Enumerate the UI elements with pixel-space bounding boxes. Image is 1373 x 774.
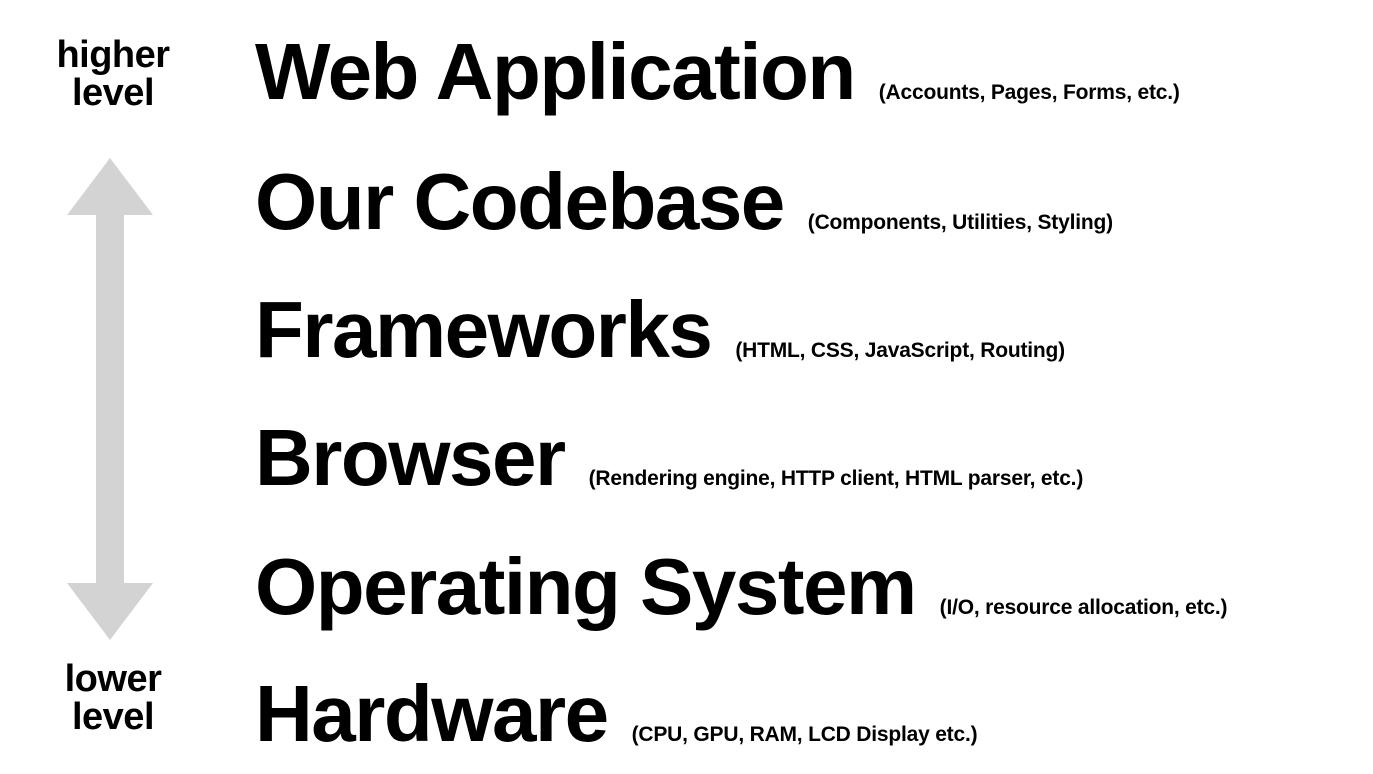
layer-name: Hardware: [255, 669, 609, 758]
layer-web-application: Web Application (Accounts, Pages, Forms,…: [255, 32, 1180, 112]
layer-operating-system: Operating System (I/O, resource allocati…: [255, 542, 1228, 631]
layer-name: Our Codebase: [255, 157, 785, 246]
lower-level-label-line-1: lower: [64, 658, 162, 700]
layer-browser: Browser (Rendering engine, HTTP client, …: [255, 418, 1083, 498]
layer-frameworks: Frameworks (HTML, CSS, JavaScript, Routi…: [255, 290, 1065, 370]
layer-hardware: Hardware (CPU, GPU, RAM, LCD Display etc…: [255, 669, 978, 758]
layer-name: Browser: [255, 413, 566, 502]
layer-detail: (I/O, resource allocation, etc.): [939, 596, 1228, 619]
layer-detail: (Accounts, Pages, Forms, etc.): [878, 81, 1180, 104]
arrow-shape: [67, 158, 153, 640]
layer-detail: (CPU, GPU, RAM, LCD Display etc.): [631, 723, 978, 746]
layer-detail: (HTML, CSS, JavaScript, Routing): [735, 339, 1065, 362]
layer-name: Web Application: [255, 27, 856, 116]
higher-level-label-line-1: higher: [56, 34, 170, 76]
lower-level-label: lower level: [20, 660, 206, 736]
layer-detail: (Components, Utilities, Styling): [807, 211, 1113, 234]
layer-name: Operating System: [255, 542, 917, 631]
lower-level-label-line-2: level: [71, 696, 155, 738]
higher-level-label: higher level: [20, 36, 206, 112]
layer-detail: (Rendering engine, HTTP client, HTML par…: [588, 467, 1084, 490]
layer-name: Frameworks: [255, 285, 713, 374]
layer-our-codebase: Our Codebase (Components, Utilities, Sty…: [255, 162, 1113, 242]
double-headed-arrow-icon: [67, 158, 153, 640]
higher-level-label-line-2: level: [71, 72, 155, 114]
